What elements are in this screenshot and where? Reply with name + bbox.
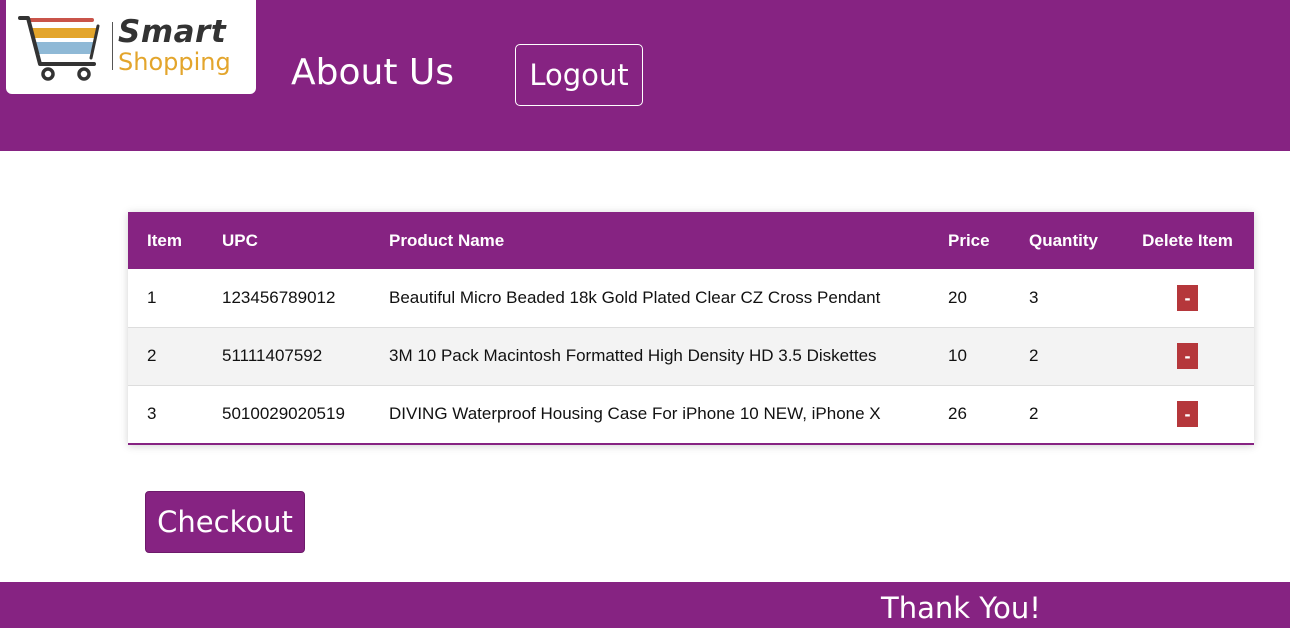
nav-about-us-link[interactable]: About Us [291, 52, 454, 94]
cell-item: 1 [147, 287, 157, 307]
cell-item: 3 [147, 404, 157, 424]
logo-text-shopping: Shopping [118, 48, 231, 76]
cell-price: 26 [948, 404, 967, 424]
cell-delete: - [1121, 385, 1254, 443]
cell-item: 2 [147, 346, 157, 365]
cell-product-name: DIVING Waterproof Housing Case For iPhon… [389, 404, 881, 424]
cell-upc: 51111407592 [222, 346, 323, 365]
cell-delete: - [1121, 269, 1254, 327]
shopping-cart-icon [18, 16, 100, 81]
cell-product-name: 3M 10 Pack Macintosh Formatted High Dens… [389, 346, 877, 365]
logo-divider [112, 22, 113, 70]
delete-item-button[interactable]: - [1177, 401, 1198, 428]
column-header-upc: UPC [222, 230, 258, 250]
cell-quantity: 3 [1029, 287, 1039, 307]
cell-price: 20 [948, 287, 967, 307]
delete-item-button[interactable]: - [1177, 343, 1198, 369]
column-header-delete-item: Delete Item [1142, 230, 1233, 250]
cell-product-name: Beautiful Micro Beaded 18k Gold Plated C… [389, 287, 881, 307]
table-header: Item UPC Product Name Price Quantity Del… [128, 212, 1254, 269]
footer-bar: Thank You! [0, 582, 1290, 628]
cell-quantity: 2 [1029, 404, 1039, 424]
table-row: 2 51111407592 3M 10 Pack Macintosh Forma… [128, 327, 1254, 385]
footer-thank-you-text: Thank You! [881, 591, 1041, 625]
checkout-button[interactable]: Checkout [145, 491, 305, 553]
table-header-row: Item UPC Product Name Price Quantity Del… [128, 212, 1254, 269]
cell-delete: - [1121, 327, 1254, 385]
cell-quantity: 2 [1029, 346, 1039, 365]
column-header-product-name: Product Name [389, 230, 505, 250]
cell-upc: 123456789012 [222, 287, 336, 307]
column-header-price: Price [948, 230, 990, 250]
column-header-quantity: Quantity [1029, 230, 1098, 250]
cart-table-container: Item UPC Product Name Price Quantity Del… [128, 212, 1254, 445]
delete-item-button[interactable]: - [1177, 284, 1198, 311]
header-bar: Smart Shopping About Us Logout [0, 0, 1290, 151]
table-row: 1 123456789012 Beautiful Micro Beaded 18… [128, 269, 1254, 327]
logo-text-smart: Smart [118, 14, 227, 50]
column-header-item: Item [147, 230, 182, 250]
logo[interactable]: Smart Shopping [6, 0, 256, 94]
logout-button[interactable]: Logout [515, 44, 643, 106]
cart-table: Item UPC Product Name Price Quantity Del… [128, 212, 1254, 443]
cell-price: 10 [948, 346, 967, 365]
cell-upc: 5010029020519 [222, 404, 345, 424]
table-row: 3 5010029020519 DIVING Waterproof Housin… [128, 385, 1254, 443]
